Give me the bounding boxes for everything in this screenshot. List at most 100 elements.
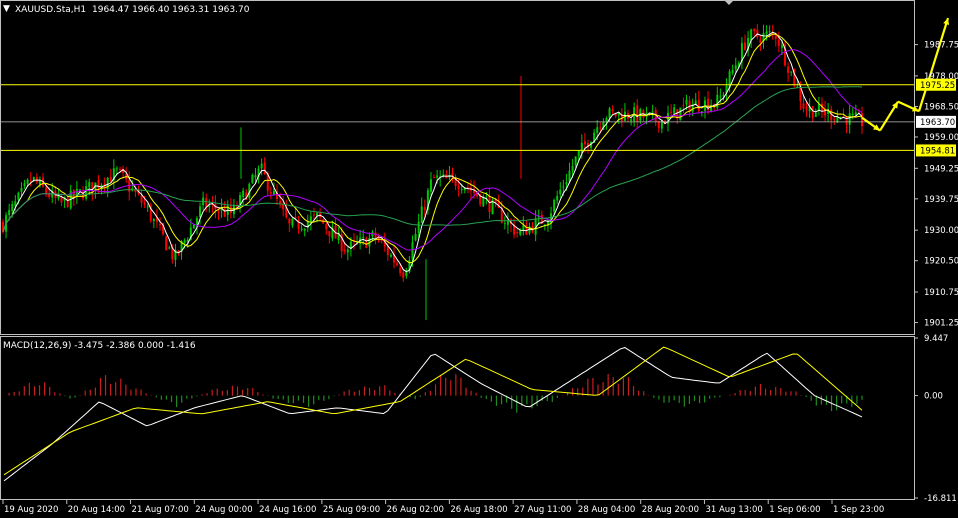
candle-body: [753, 29, 756, 32]
candle-body: [556, 196, 559, 201]
candle-body: [596, 127, 599, 133]
lower-level-tag: 1954.81: [920, 146, 955, 156]
candle-body: [17, 192, 20, 200]
macd-tick-label: 0.00: [924, 392, 943, 402]
candle-body: [165, 236, 168, 251]
candle-body: [719, 96, 722, 98]
chart-background: [0, 0, 958, 518]
candle-body: [402, 272, 405, 278]
price-tick-label: 1949.25: [924, 164, 958, 174]
candle-body: [134, 190, 137, 193]
candle-body: [269, 192, 272, 194]
time-tick-label: 1 Sep 06:00: [769, 505, 820, 515]
candle-body: [11, 204, 14, 212]
candle-body: [685, 99, 688, 105]
candle-body: [433, 177, 436, 179]
candle-body: [217, 211, 220, 213]
macd-tick-label: -16.811: [924, 494, 957, 504]
candle-body: [85, 186, 88, 199]
candle-body: [790, 71, 793, 73]
candle-body: [731, 69, 734, 74]
candle-body: [396, 263, 399, 266]
candle-body: [140, 195, 143, 203]
candle-body: [346, 249, 349, 253]
candle-body: [429, 179, 432, 192]
candle-body: [325, 224, 328, 229]
candle-body: [23, 183, 26, 186]
candle-body: [787, 66, 790, 73]
price-tick-label: 1968.50: [924, 102, 958, 112]
candle-body: [146, 206, 149, 208]
candle-body: [260, 163, 263, 169]
time-tick-label: 24 Aug 16:00: [259, 505, 316, 515]
candle-body: [32, 176, 35, 180]
candle-body: [291, 218, 294, 226]
candle-body: [118, 168, 121, 170]
candle-body: [630, 119, 633, 121]
time-tick-label: 28 Aug 04:00: [578, 505, 635, 515]
candle-body: [682, 105, 685, 107]
upper-level-tag: 1975.25: [920, 81, 955, 91]
candle-body: [571, 165, 574, 172]
candle-body: [759, 39, 762, 43]
macd-tick-label: 9.447: [924, 334, 948, 344]
candle-body: [608, 108, 611, 118]
candle-body: [777, 39, 780, 46]
candle-body: [29, 180, 32, 182]
candle-body: [562, 186, 565, 188]
candle-body: [414, 233, 417, 241]
candle-body: [636, 105, 639, 122]
price-tick-label: 1959.00: [924, 133, 958, 143]
candle-body: [45, 187, 48, 194]
candle-body: [697, 99, 700, 112]
candle-body: [242, 190, 245, 197]
candle-body: [411, 242, 414, 260]
candle-body: [503, 223, 506, 225]
candle-body: [460, 189, 463, 191]
candle-body: [223, 208, 226, 217]
candle-body: [362, 236, 365, 238]
candle-body: [300, 228, 303, 230]
candle-body: [814, 112, 817, 117]
candle-body: [750, 29, 753, 41]
candle-body: [279, 200, 282, 204]
candle-body: [328, 231, 331, 237]
candle-body: [679, 107, 682, 121]
candle-body: [343, 249, 346, 252]
candle-body: [744, 42, 747, 50]
candle-body: [251, 174, 254, 183]
macd-label: MACD(12,26,9) -3.475 -2.386 0.000 -1.416: [3, 341, 196, 351]
candle-body: [805, 106, 808, 111]
candle-body: [316, 212, 319, 216]
time-tick-label: 31 Aug 13:00: [705, 505, 762, 515]
candle-body: [565, 182, 568, 185]
candle-body: [848, 113, 851, 125]
candle-body: [574, 156, 577, 166]
time-tick-label: 28 Aug 20:00: [642, 505, 699, 515]
time-tick-label: 20 Aug 14:00: [68, 505, 125, 515]
time-tick-label: 25 Aug 09:00: [323, 505, 380, 515]
candle-body: [199, 206, 202, 217]
candle-body: [168, 247, 171, 249]
candle-body: [833, 119, 836, 121]
chart-menu-triangle[interactable]: ▼: [3, 4, 10, 14]
candle-body: [159, 224, 162, 226]
candle-body: [272, 190, 275, 195]
candle-body: [851, 113, 854, 115]
candle-body: [768, 31, 771, 33]
candle-body: [20, 187, 23, 192]
candle-body: [765, 31, 768, 34]
candle-body: [670, 111, 673, 113]
candle-body: [78, 189, 81, 191]
price-chart[interactable]: ▼ XAUUSD.Sta,H1 1964.47 1966.40 1963.31 …: [0, 0, 958, 518]
candle-body: [115, 168, 118, 170]
price-tick-label: 1930.00: [924, 226, 958, 236]
candle-body: [309, 216, 312, 222]
price-tick-label: 1939.75: [924, 195, 958, 205]
candle-body: [303, 228, 306, 231]
candle-body: [580, 142, 583, 153]
candle-body: [288, 218, 291, 224]
symbol-label: XAUUSD.Sta,H1: [15, 5, 86, 15]
candle-body: [423, 207, 426, 211]
candle-body: [417, 221, 420, 233]
